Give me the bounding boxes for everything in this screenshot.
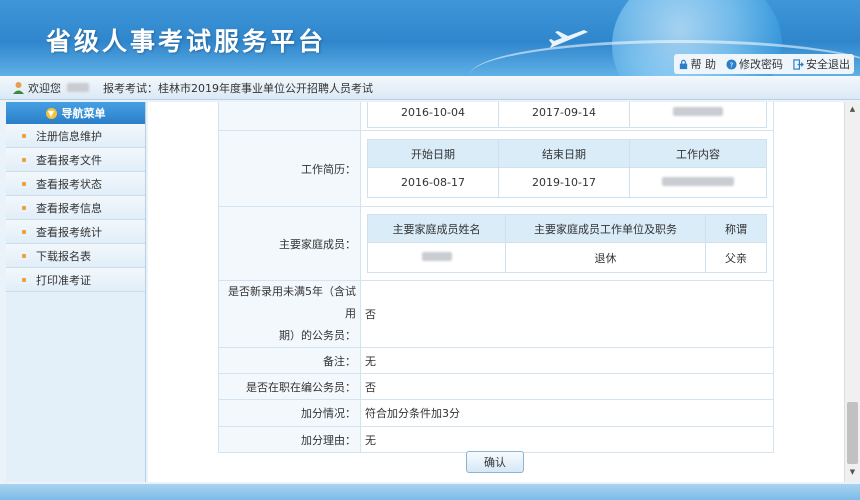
table-cell: 2016-10-04 bbox=[367, 102, 499, 128]
scroll-down-icon[interactable]: ▼ bbox=[848, 468, 857, 477]
redacted-username bbox=[67, 83, 89, 92]
scroll-up-icon[interactable]: ▲ bbox=[848, 105, 857, 114]
sidebar-item-label: 查看报考信息 bbox=[36, 201, 102, 215]
sidebar-item-label: 查看报考状态 bbox=[36, 177, 102, 191]
prev-work-table: 2016-10-04 2017-09-14 bbox=[367, 102, 767, 128]
sidebar-item-exam-status[interactable]: 查看报考状态 bbox=[6, 172, 145, 196]
confirm-button[interactable]: 确认 bbox=[466, 451, 524, 473]
label-line: 期）的公务员： bbox=[279, 329, 356, 342]
table-cell bbox=[629, 102, 767, 128]
help-link[interactable]: 帮 助 bbox=[678, 56, 717, 72]
redacted-name bbox=[421, 252, 452, 261]
table-cell bbox=[629, 167, 767, 198]
bonus-status-label: 加分情况： bbox=[218, 399, 361, 427]
column-header: 主要家庭成员姓名 bbox=[367, 214, 506, 243]
new-civil-servant-value: 否 bbox=[360, 280, 774, 348]
remarks-value: 无 bbox=[360, 347, 774, 374]
welcome-greeting: 欢迎您 bbox=[28, 81, 61, 95]
scrollbar-thumb[interactable] bbox=[847, 402, 858, 464]
sidebar-item-label: 注册信息维护 bbox=[36, 129, 102, 143]
new-civil-servant-label: 是否新录用未满5年（含试用 期）的公务员： bbox=[218, 280, 361, 348]
sidebar-item-print-ticket[interactable]: 打印准考证 bbox=[6, 268, 145, 292]
incumbent-civil-servant-label: 是否在职在编公务员： bbox=[218, 373, 361, 400]
bonus-reason-value: 无 bbox=[360, 426, 774, 453]
vertical-scrollbar[interactable]: ▲ ▼ bbox=[844, 102, 859, 482]
bonus-reason-label: 加分理由： bbox=[218, 426, 361, 453]
help-lock-icon bbox=[679, 59, 687, 69]
prev-row-label bbox=[218, 102, 361, 131]
help-link-label: 帮 助 bbox=[690, 58, 717, 71]
table-cell: 退休 bbox=[505, 242, 706, 273]
sidebar-item-exam-stats[interactable]: 查看报考统计 bbox=[6, 220, 145, 244]
table-row: 退休 父亲 bbox=[367, 242, 767, 273]
registration-info-table: 2016-10-04 2017-09-14 工作简历： 开始日期 结束日期 工作… bbox=[218, 102, 774, 453]
airplane-icon bbox=[549, 30, 588, 48]
exam-label: 报考考试：桂林市2019年度事业单位公开招聘人员考试 bbox=[103, 81, 373, 95]
column-header: 开始日期 bbox=[367, 139, 499, 168]
table-header-row: 主要家庭成员姓名 主要家庭成员工作单位及职务 称谓 bbox=[367, 214, 767, 243]
user-avatar-icon bbox=[13, 82, 24, 94]
table-cell: 2017-09-14 bbox=[498, 102, 630, 128]
logout-label: 安全退出 bbox=[806, 58, 850, 71]
redacted-content bbox=[662, 177, 734, 186]
sidebar-item-label: 查看报考文件 bbox=[36, 153, 102, 167]
exit-icon bbox=[793, 58, 804, 70]
footer-bar bbox=[0, 484, 860, 500]
app-title: 省级人事考试服务平台 bbox=[46, 27, 327, 56]
change-password-link[interactable]: ? 修改密码 bbox=[726, 56, 783, 72]
sidebar-item-exam-files[interactable]: 查看报考文件 bbox=[6, 148, 145, 172]
sidebar-item-label: 下载报名表 bbox=[36, 249, 91, 263]
sidebar-item-register-info[interactable]: 注册信息维护 bbox=[6, 124, 145, 148]
svg-text:?: ? bbox=[730, 60, 734, 69]
top-links: 帮 助 ? 修改密码 安全退出 bbox=[673, 54, 854, 74]
nav-menu-title: 导航菜单 bbox=[61, 107, 106, 120]
sidebar-item-label: 打印准考证 bbox=[36, 273, 91, 287]
sidebar: ▼ 导航菜单 注册信息维护 查看报考文件 查看报考状态 查看报考信息 查看报考统… bbox=[6, 102, 146, 482]
question-icon: ? bbox=[726, 58, 737, 70]
chevron-down-icon: ▼ bbox=[45, 107, 57, 119]
column-header: 工作内容 bbox=[629, 139, 767, 168]
redacted-content bbox=[673, 107, 723, 116]
label-line: 是否新录用未满5年（含试用 bbox=[228, 285, 356, 320]
table-row: 2016-08-17 2019-10-17 bbox=[367, 167, 767, 198]
table-cell bbox=[367, 242, 506, 273]
main-content: 2016-10-04 2017-09-14 工作简历： 开始日期 结束日期 工作… bbox=[148, 102, 844, 482]
work-history-table: 开始日期 结束日期 工作内容 2016-08-17 2019-10-17 bbox=[367, 139, 767, 198]
sidebar-item-label: 查看报考统计 bbox=[36, 225, 102, 239]
change-password-label: 修改密码 bbox=[739, 58, 783, 71]
welcome-bar: 欢迎您 报考考试：桂林市2019年度事业单位公开招聘人员考试 bbox=[0, 76, 860, 100]
family-members-table: 主要家庭成员姓名 主要家庭成员工作单位及职务 称谓 退休 父亲 bbox=[367, 214, 767, 273]
column-header: 称谓 bbox=[705, 214, 767, 243]
sidebar-item-download-form[interactable]: 下载报名表 bbox=[6, 244, 145, 268]
header-banner: 省级人事考试服务平台 帮 助 ? 修改密码 安全退出 bbox=[0, 0, 860, 76]
family-members-label: 主要家庭成员： bbox=[218, 206, 361, 281]
table-cell: 2016-08-17 bbox=[367, 167, 499, 198]
column-header: 结束日期 bbox=[498, 139, 630, 168]
column-header: 主要家庭成员工作单位及职务 bbox=[505, 214, 706, 243]
incumbent-civil-servant-value: 否 bbox=[360, 373, 774, 400]
sidebar-item-exam-info[interactable]: 查看报考信息 bbox=[6, 196, 145, 220]
remarks-label: 备注： bbox=[218, 347, 361, 374]
nav-menu-header: ▼ 导航菜单 bbox=[6, 102, 145, 124]
bonus-status-value: 符合加分条件加3分 bbox=[360, 399, 774, 427]
table-header-row: 开始日期 结束日期 工作内容 bbox=[367, 139, 767, 168]
table-cell: 父亲 bbox=[705, 242, 767, 273]
table-cell: 2019-10-17 bbox=[498, 167, 630, 198]
logout-link[interactable]: 安全退出 bbox=[793, 56, 850, 72]
work-history-label: 工作简历： bbox=[218, 130, 361, 207]
